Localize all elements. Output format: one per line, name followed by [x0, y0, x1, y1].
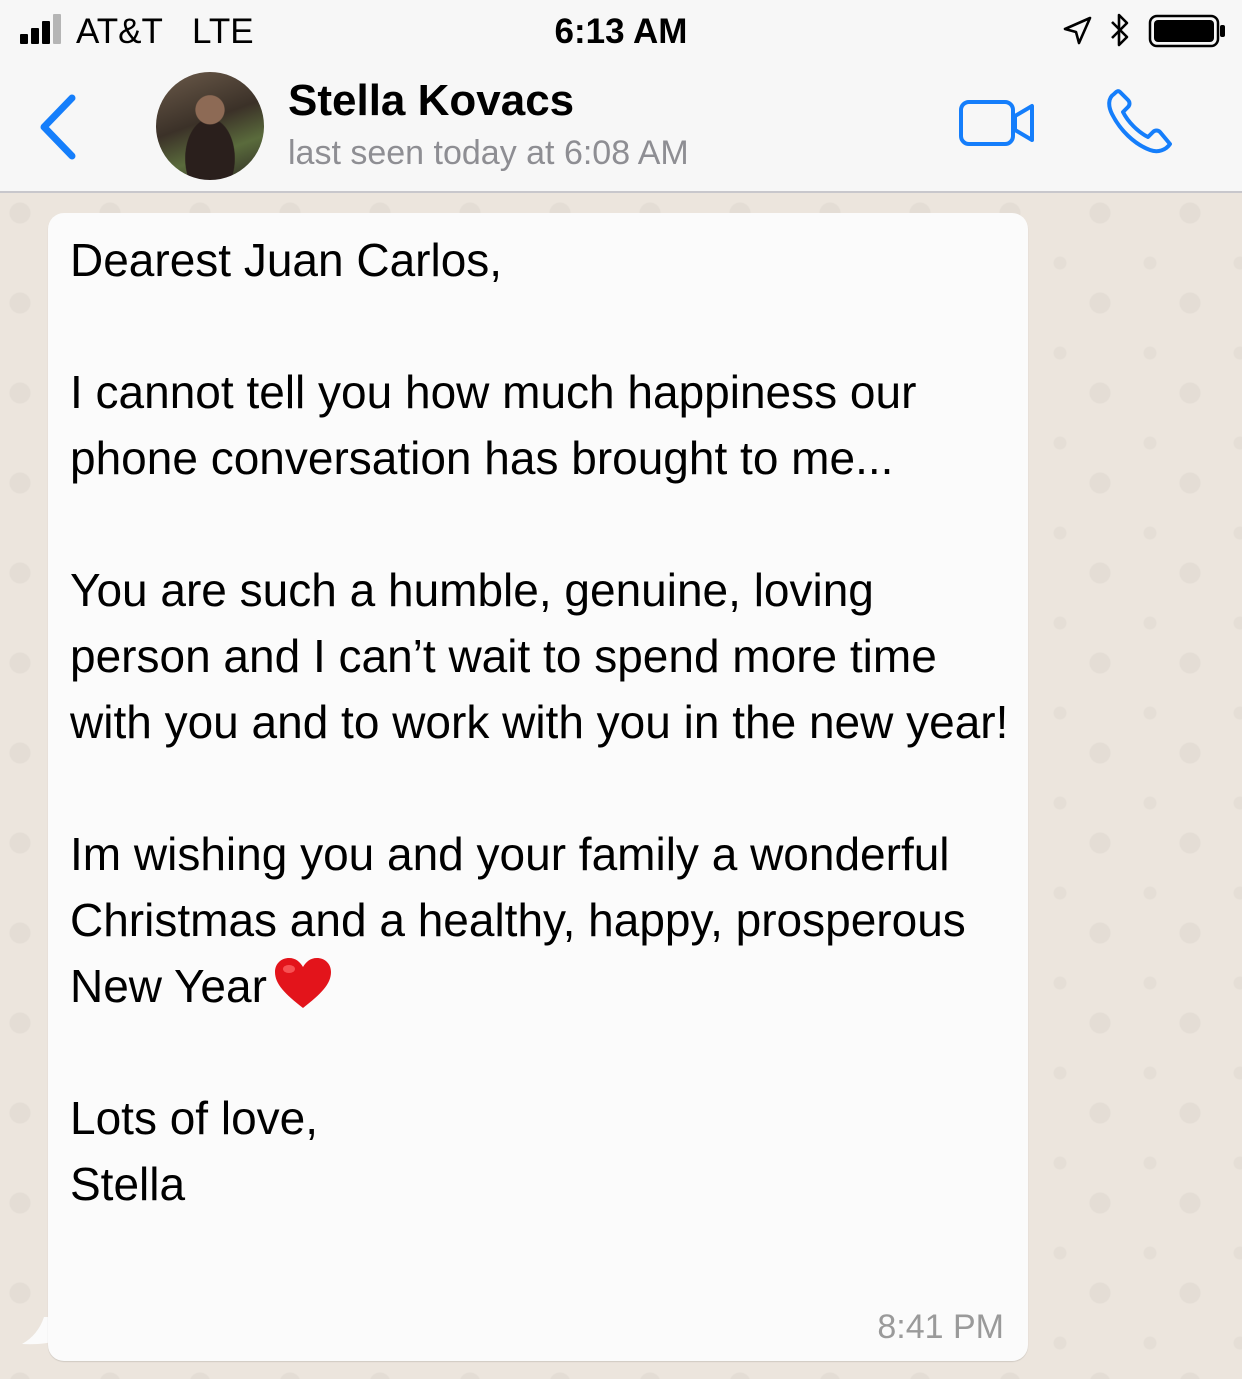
location-arrow-icon — [1063, 16, 1092, 45]
last-seen-status: last seen today at 6:08 AM — [288, 134, 689, 172]
contact-name[interactable]: Stella Kovacs — [288, 76, 574, 126]
message-text: Dearest Juan Carlos, I cannot tell you h… — [70, 227, 1015, 1217]
back-button[interactable] — [34, 92, 84, 162]
chat-header: Stella Kovacs last seen today at 6:08 AM — [0, 62, 1242, 193]
contact-avatar[interactable] — [156, 72, 264, 180]
incoming-message-bubble[interactable]: Dearest Juan Carlos, I cannot tell you h… — [48, 213, 1028, 1361]
bluetooth-icon — [1111, 13, 1129, 47]
battery-icon — [1148, 14, 1225, 48]
chat-area[interactable]: Dearest Juan Carlos, I cannot tell you h… — [0, 193, 1242, 1379]
voice-call-button[interactable] — [1104, 88, 1176, 154]
red-heart-icon — [274, 958, 331, 1008]
message-timestamp: 8:41 PM — [877, 1308, 1004, 1346]
video-call-button[interactable] — [958, 98, 1036, 148]
status-bar: AT&T LTE 6:13 AM — [0, 0, 1242, 62]
message-body: Dearest Juan Carlos, I cannot tell you h… — [70, 234, 1009, 1012]
message-closing: Lots of love, Stella — [70, 1092, 319, 1210]
status-time: 6:13 AM — [554, 12, 688, 51]
